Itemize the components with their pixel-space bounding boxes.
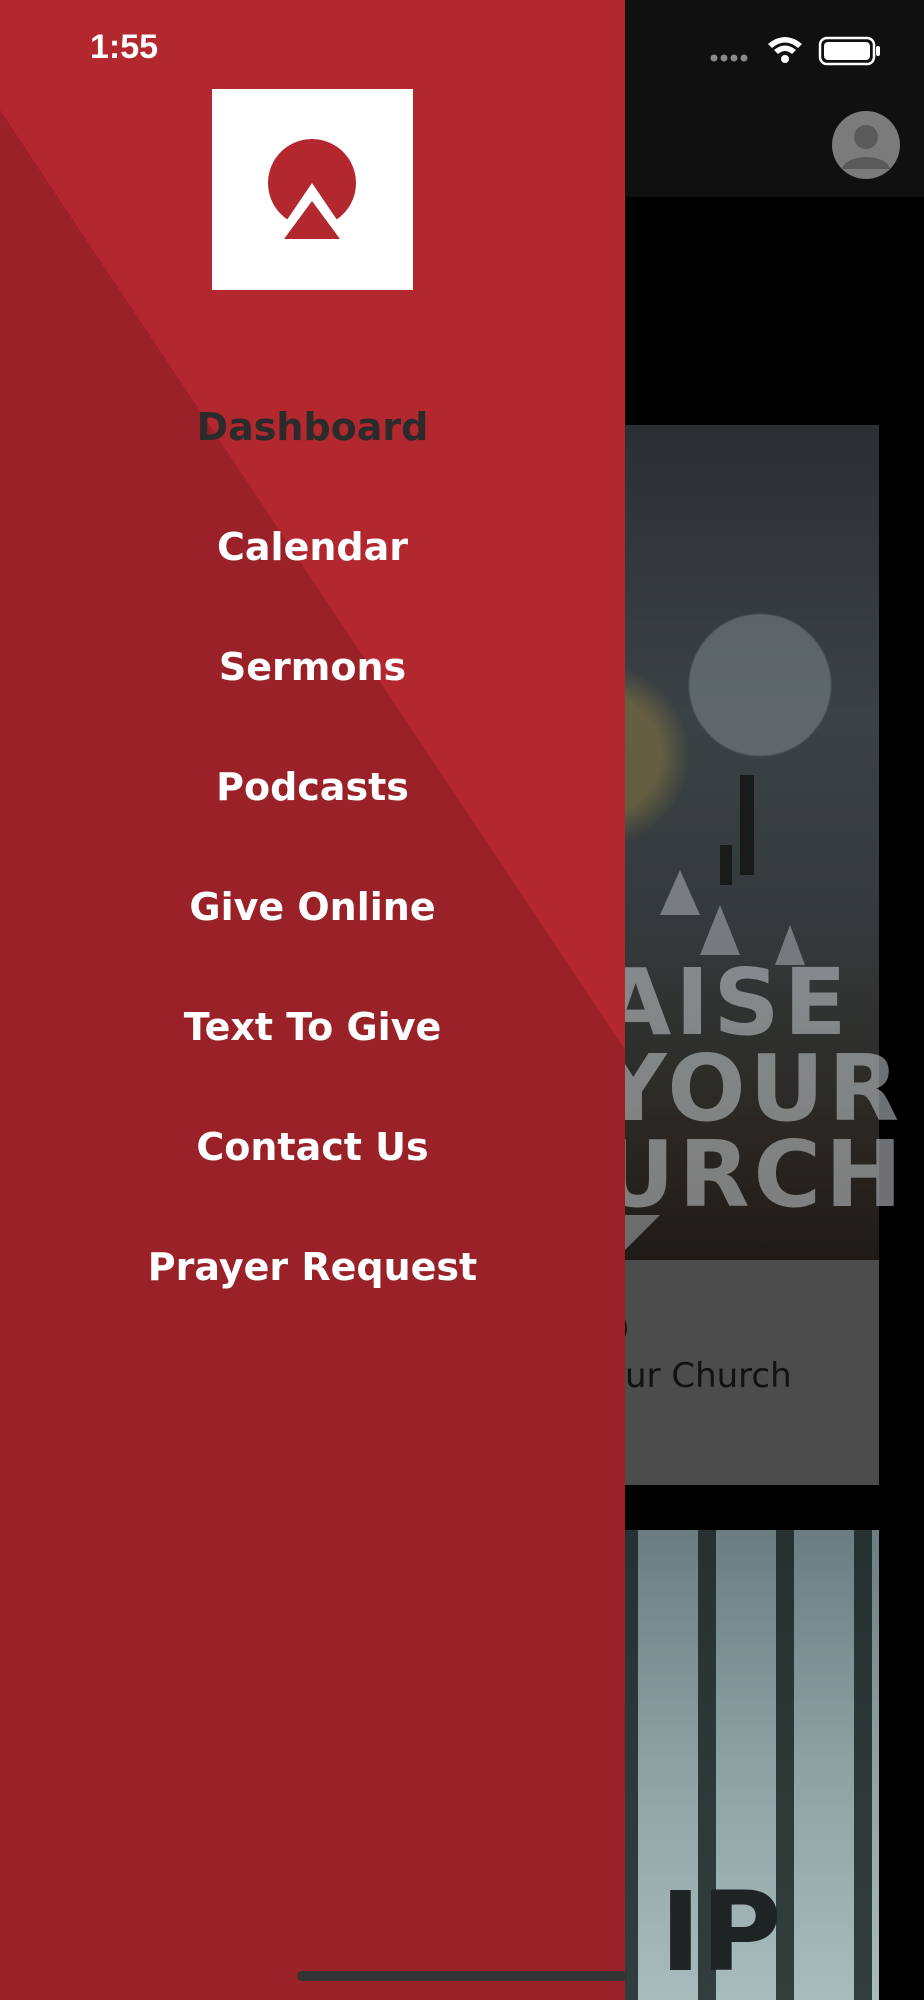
- home-indicator[interactable]: [297, 1971, 627, 1981]
- wifi-icon: [768, 37, 802, 63]
- menu-item-text-to-give[interactable]: Text To Give: [0, 980, 625, 1100]
- second-card-title-art: IP: [660, 1868, 782, 1996]
- status-time: 1:55: [90, 28, 159, 66]
- menu-item-prayer-request[interactable]: Prayer Request: [0, 1220, 625, 1340]
- status-indicators: [710, 32, 890, 68]
- app-screen: AISE YOUR URCH ip ur Church IP 1:55 Dash…: [0, 0, 924, 2000]
- cellular-signal-icon: [710, 54, 748, 62]
- sermon-card-title-art: AISE YOUR URCH: [600, 949, 907, 1228]
- menu-item-contact-us[interactable]: Contact Us: [0, 1100, 625, 1220]
- user-avatar-icon[interactable]: [832, 111, 900, 179]
- battery-icon: [818, 36, 880, 66]
- menu-item-sermons[interactable]: Sermons: [0, 620, 625, 740]
- side-drawer: 1:55 Dashboard Calendar Sermons Podcasts…: [0, 0, 625, 2000]
- menu-item-calendar[interactable]: Calendar: [0, 500, 625, 620]
- menu-item-podcasts[interactable]: Podcasts: [0, 740, 625, 860]
- drawer-menu: Dashboard Calendar Sermons Podcasts Give…: [0, 380, 625, 1340]
- menu-item-give-online[interactable]: Give Online: [0, 860, 625, 980]
- sermon-card-subtitle: ur Church: [625, 1356, 792, 1396]
- menu-item-dashboard[interactable]: Dashboard: [0, 380, 625, 500]
- church-logo-icon[interactable]: [212, 89, 413, 290]
